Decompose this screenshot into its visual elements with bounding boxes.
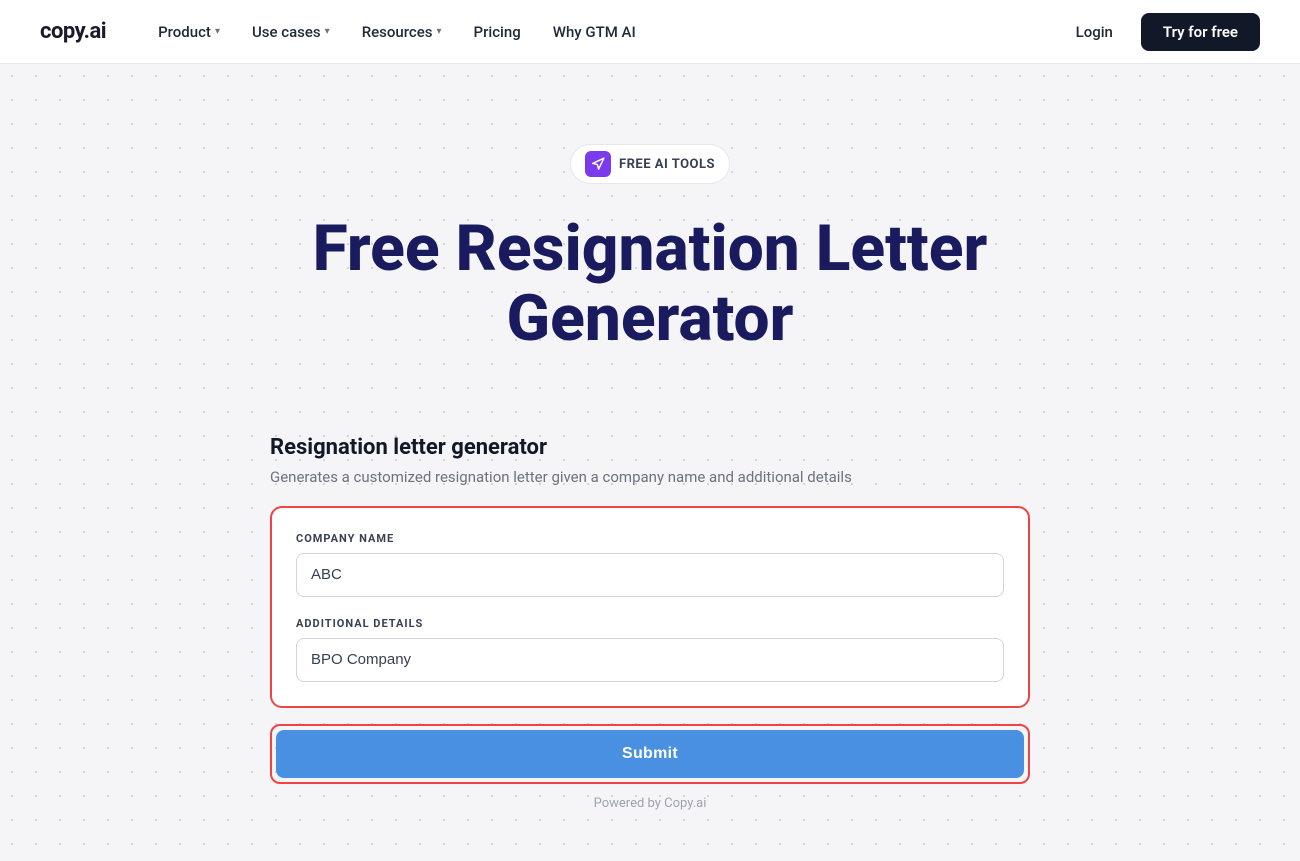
nav-item-resources-label: Resources (362, 23, 433, 41)
form-description: Generates a customized resignation lette… (270, 468, 1030, 486)
submit-wrapper: Submit (270, 724, 1030, 784)
nav-item-resources[interactable]: Resources ▾ (350, 15, 454, 49)
hero-section: FREE AI TOOLS Free Resignation Letter Ge… (0, 114, 1300, 435)
nav-item-product-label: Product (158, 23, 211, 41)
navbar-left: copy.ai Product ▾ Use cases ▾ Resources … (40, 15, 648, 49)
nav-item-pricing-label: Pricing (474, 23, 521, 41)
nav-item-pricing[interactable]: Pricing (462, 15, 533, 49)
nav-item-why-gtm-label: Why GTM AI (553, 23, 636, 41)
form-card: COMPANY NAME ADDITIONAL DETAILS (270, 506, 1030, 708)
free-ai-tools-badge[interactable]: FREE AI TOOLS (570, 144, 730, 184)
nav-item-product[interactable]: Product ▾ (146, 15, 232, 49)
additional-details-field-group: ADDITIONAL DETAILS (296, 617, 1004, 682)
company-name-label: COMPANY NAME (296, 532, 1004, 545)
logo[interactable]: copy.ai (40, 19, 106, 44)
submit-button[interactable]: Submit (276, 730, 1024, 778)
nav-links: Product ▾ Use cases ▾ Resources ▾ Pricin… (146, 15, 648, 49)
navbar-right: Login Try for free (1064, 13, 1260, 51)
badge-label: FREE AI TOOLS (619, 157, 715, 172)
form-title: Resignation letter generator (270, 435, 1030, 460)
company-name-field-group: COMPANY NAME (296, 532, 1004, 597)
form-header: Resignation letter generator Generates a… (270, 435, 1030, 486)
page-title: Free Resignation Letter Generator (290, 214, 1010, 355)
try-for-free-button[interactable]: Try for free (1141, 13, 1260, 51)
nav-item-usecases[interactable]: Use cases ▾ (240, 15, 342, 49)
megaphone-icon (585, 151, 611, 177)
nav-item-usecases-label: Use cases (252, 23, 321, 41)
chevron-down-icon: ▾ (215, 26, 220, 37)
form-section: Resignation letter generator Generates a… (230, 435, 1070, 811)
chevron-down-icon: ▾ (325, 26, 330, 37)
navbar: copy.ai Product ▾ Use cases ▾ Resources … (0, 0, 1300, 64)
additional-details-label: ADDITIONAL DETAILS (296, 617, 1004, 630)
nav-item-why-gtm[interactable]: Why GTM AI (541, 15, 648, 49)
chevron-down-icon: ▾ (436, 26, 441, 37)
login-button[interactable]: Login (1064, 15, 1125, 49)
company-name-input[interactable] (296, 553, 1004, 597)
powered-by-text: Powered by Copy.ai (270, 796, 1030, 811)
main-content: FREE AI TOOLS Free Resignation Letter Ge… (0, 64, 1300, 861)
additional-details-input[interactable] (296, 638, 1004, 682)
